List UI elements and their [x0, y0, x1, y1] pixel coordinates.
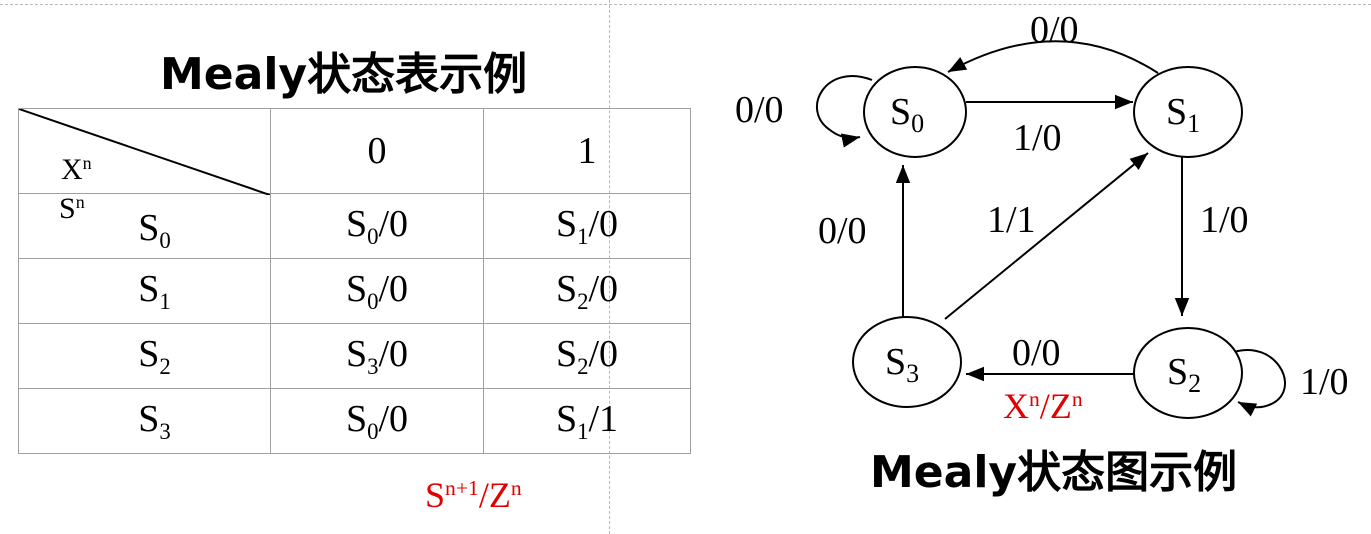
edge-label-format-caption: Xn/Zn [1003, 386, 1083, 426]
edge-label-s2-to-s3: 0/0 [1012, 332, 1061, 374]
edge-s3-to-s1 [944, 152, 1149, 320]
edge-label-s3-to-s1: 1/1 [987, 199, 1036, 241]
edge-label-s3-to-s0: 0/0 [818, 210, 867, 252]
edge-label-s1-to-s0: 0/0 [1030, 9, 1079, 51]
edge-label-s2-self: 1/0 [1300, 361, 1349, 403]
state-node-s3: S3 [852, 316, 962, 408]
edge-label-s0-to-s1: 1/0 [1013, 117, 1062, 159]
state-node-s2: S2 [1133, 327, 1243, 419]
edge-label-s0-self: 0/0 [735, 89, 784, 131]
diagram-title: Mealy状态图示例 [870, 447, 1238, 498]
edge-label-s1-to-s2: 1/0 [1200, 199, 1249, 241]
state-node-s0: S0 [863, 66, 967, 158]
state-node-s1: S1 [1133, 66, 1243, 158]
